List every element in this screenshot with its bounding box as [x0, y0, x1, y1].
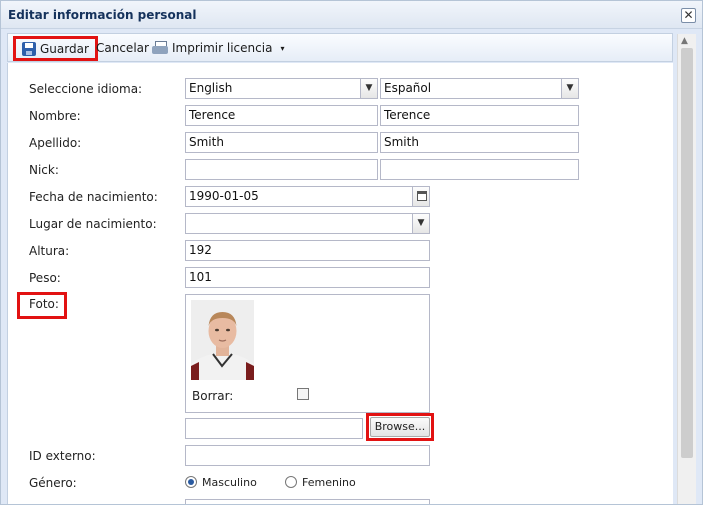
vertical-scrollbar[interactable]: ▲	[677, 34, 696, 504]
form-panel: Seleccione idioma: English ▼ Español ▼ N…	[7, 63, 673, 504]
delete-photo-label: Borrar:	[192, 389, 234, 403]
surname-label: Apellido:	[29, 136, 82, 150]
gender-label: Género:	[29, 476, 77, 490]
birth-date-field[interactable]: 1990-01-05	[185, 186, 430, 207]
surname-field-1[interactable]: Smith	[185, 132, 378, 153]
save-button[interactable]: Guardar	[13, 36, 98, 61]
weight-label: Peso:	[29, 271, 61, 285]
gender-male-label: Masculino	[202, 476, 257, 489]
browse-button[interactable]: Browse...	[370, 417, 430, 437]
save-button-label: Guardar	[40, 41, 89, 56]
chevron-down-icon: ▾	[280, 43, 285, 53]
name-field-1[interactable]: Terence	[185, 105, 378, 126]
dropdown-arrow-icon[interactable]: ▼	[360, 79, 377, 98]
edit-personal-info-window: Editar información personal ✕ Guardar Ca…	[0, 0, 703, 505]
height-label: Altura:	[29, 244, 70, 258]
nick-label: Nick:	[29, 163, 59, 177]
scrollbar-thumb[interactable]	[681, 48, 693, 458]
weight-field[interactable]: 101	[185, 267, 430, 288]
gender-male-radio[interactable]	[185, 476, 197, 488]
external-id-label: ID externo:	[29, 449, 96, 463]
external-id-field[interactable]	[185, 445, 430, 466]
birth-date-value: 1990-01-05	[189, 189, 259, 203]
birth-date-label: Fecha de nacimiento:	[29, 190, 158, 204]
dropdown-arrow-icon[interactable]: ▼	[561, 79, 578, 98]
photo-label: Foto:	[29, 297, 59, 311]
calendar-icon[interactable]	[412, 187, 429, 206]
photo-container: Borrar:	[185, 294, 430, 413]
close-icon[interactable]: ✕	[681, 8, 696, 23]
delete-photo-checkbox[interactable]	[297, 388, 309, 400]
dropdown-arrow-icon[interactable]: ▼	[412, 214, 429, 233]
language-select-1[interactable]: English ▼	[185, 78, 378, 99]
surname-field-2[interactable]: Smith	[380, 132, 579, 153]
window-titlebar: Editar información personal ✕	[1, 1, 702, 29]
cancel-button[interactable]: Cancelar	[92, 37, 153, 59]
scroll-up-icon[interactable]: ▲	[681, 36, 688, 46]
toolbar: Guardar Cancelar Imprimir licencia ▾	[7, 33, 673, 62]
language-select-1-value: English	[189, 81, 233, 95]
language-select-2-value: Español	[384, 81, 432, 95]
name-label: Nombre:	[29, 109, 81, 123]
birth-place-label: Lugar de nacimiento:	[29, 217, 157, 231]
height-field[interactable]: 192	[185, 240, 430, 261]
next-field-partial[interactable]	[185, 499, 430, 504]
nick-field-1[interactable]	[185, 159, 378, 180]
name-field-2[interactable]: Terence	[380, 105, 579, 126]
player-photo	[191, 300, 254, 380]
printer-icon	[152, 41, 168, 55]
print-license-label: Imprimir licencia	[172, 41, 273, 55]
birth-place-select[interactable]: ▼	[185, 213, 430, 234]
floppy-disk-icon	[22, 41, 36, 56]
language-label: Seleccione idioma:	[29, 82, 143, 96]
print-license-button[interactable]: Imprimir licencia ▾	[148, 37, 288, 59]
nick-field-2[interactable]	[380, 159, 579, 180]
photo-file-field[interactable]	[185, 418, 363, 439]
gender-female-label: Femenino	[302, 476, 356, 489]
cancel-button-label: Cancelar	[96, 41, 149, 55]
language-select-2[interactable]: Español ▼	[380, 78, 579, 99]
browse-button-highlight: Browse...	[366, 413, 434, 441]
window-title: Editar información personal	[8, 8, 197, 22]
gender-female-radio[interactable]	[285, 476, 297, 488]
